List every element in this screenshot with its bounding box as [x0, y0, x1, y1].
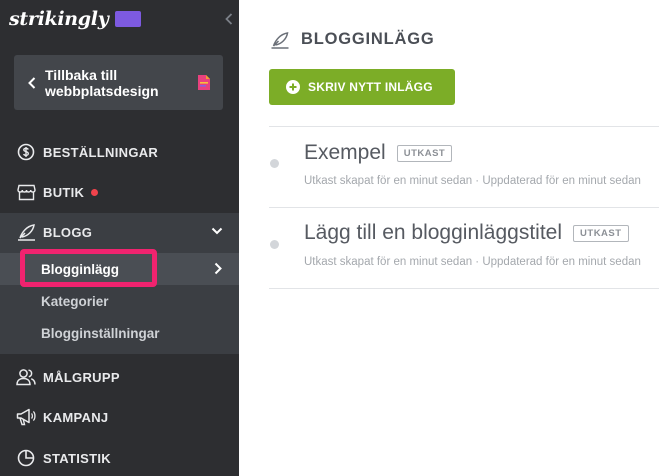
sidebar-subitem-label: Blogginställningar [41, 325, 160, 341]
post-item[interactable]: Exempel UTKAST Utkast skapat för en minu… [269, 127, 659, 207]
logo-text: strikingly [9, 8, 109, 30]
sidebar-item-blog[interactable]: BLOGG [0, 213, 239, 251]
plus-circle-icon [286, 80, 300, 94]
post-title-row: Lägg till en blogginläggstitel UTKAST [304, 221, 629, 245]
back-to-site-design-button[interactable]: Tillbaka till webbplatsdesign [14, 55, 223, 110]
sidebar: strikingly Tillbaka till webbplatsdesign… [0, 0, 239, 476]
write-new-post-button[interactable]: SKRIV NYTT INLÄGG [269, 69, 455, 105]
divider [269, 288, 659, 289]
sidebar-item-label: MÅLGRUPP [43, 369, 120, 385]
page-header: BLOGGINLÄGG [270, 30, 434, 49]
sidebar-item-statistics[interactable]: STATISTIK [0, 439, 239, 476]
post-title[interactable]: Exempel [304, 141, 386, 165]
collapse-sidebar-button[interactable] [222, 10, 236, 28]
sidebar-item-label: BLOGG [43, 224, 93, 240]
write-new-post-label: SKRIV NYTT INLÄGG [308, 80, 433, 94]
highlight-annotation [20, 249, 157, 287]
chevron-right-icon [214, 262, 222, 275]
status-badge: UTKAST [396, 144, 453, 162]
chevron-left-icon [28, 76, 36, 89]
status-dot-icon [270, 159, 279, 168]
sidebar-item-audience[interactable]: MÅLGRUPP [0, 358, 239, 396]
main-content: BLOGGINLÄGG SKRIV NYTT INLÄGG Exempel UT… [239, 0, 659, 476]
currency-icon [16, 142, 36, 162]
status-dot-icon [270, 240, 279, 249]
sidebar-item-orders[interactable]: BESTÄLLNINGAR [0, 133, 239, 171]
sidebar-item-campaign[interactable]: KAMPANJ [0, 398, 239, 436]
sidebar-subitem-label: Kategorier [41, 293, 109, 309]
pie-chart-icon [16, 448, 36, 468]
sidebar-item-label: BUTIK [43, 184, 85, 200]
logo-badge-icon [115, 11, 142, 27]
status-badge: UTKAST [573, 224, 629, 242]
notification-dot [91, 188, 99, 196]
post-item[interactable]: Lägg till en blogginläggstitel UTKAST Ut… [269, 208, 659, 288]
sidebar-item-label: BESTÄLLNINGAR [43, 144, 159, 160]
sidebar-item-shop[interactable]: BUTIK [0, 173, 239, 211]
post-meta: Utkast skapat för en minut sedan · Uppda… [304, 256, 641, 268]
page-title: BLOGGINLÄGG [301, 30, 435, 48]
post-title-row: Exempel UTKAST [304, 141, 453, 165]
sidebar-item-label: KAMPANJ [43, 409, 109, 425]
logo[interactable]: strikingly [9, 6, 142, 32]
quill-icon [16, 222, 36, 242]
back-button-label: Tillbaka till webbplatsdesign [45, 66, 159, 99]
post-title[interactable]: Lägg till en blogginläggstitel [304, 221, 562, 245]
sidebar-subitem-blog-settings[interactable]: Blogginställningar [0, 317, 239, 349]
quill-icon [271, 31, 289, 49]
site-design-icon [198, 75, 210, 90]
chevron-down-icon [211, 227, 223, 235]
sidebar-subitem-categories[interactable]: Kategorier [0, 285, 239, 317]
post-meta: Utkast skapat för en minut sedan · Uppda… [304, 175, 641, 187]
store-icon [16, 182, 36, 202]
people-icon [16, 367, 36, 387]
chevron-left-icon [225, 13, 233, 25]
megaphone-icon [16, 407, 36, 427]
sidebar-item-label: STATISTIK [43, 450, 111, 466]
